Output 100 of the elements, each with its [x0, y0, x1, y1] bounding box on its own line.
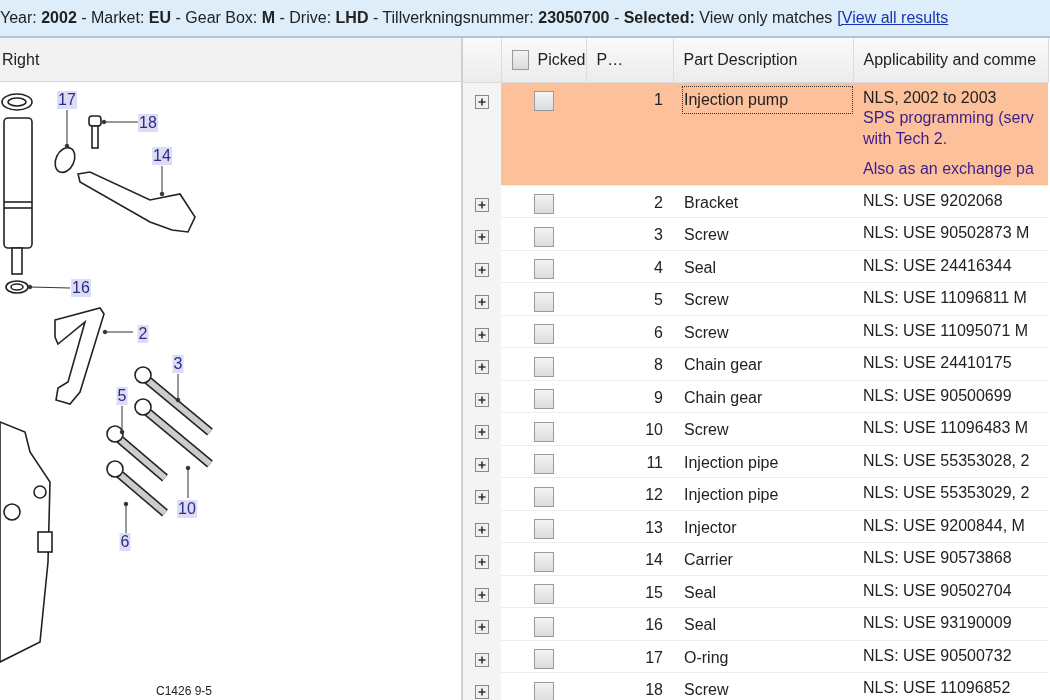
table-row[interactable]: 1 Injection pump NLS, 2002 to 2003 SPS programming (serv with Tech 2. Also as an exchange pa — [463, 82, 1048, 185]
table-row[interactable]: 2 Bracket NLS: USE 9202068 — [463, 185, 1048, 218]
applicability-text: NLS: USE 90573868 — [863, 548, 1013, 568]
part-description[interactable]: Screw — [682, 221, 853, 249]
leader-line — [119, 405, 125, 435]
checkbox[interactable] — [533, 226, 554, 247]
table-row[interactable]: 14 Carrier NLS: USE 90573868 — [463, 542, 1048, 575]
part-description[interactable]: Chain gear — [682, 351, 853, 379]
position-number: 8 — [586, 347, 673, 380]
column-header[interactable]: Part Description — [673, 38, 853, 82]
table-row[interactable]: 18 Screw NLS: USE 11096852 — [463, 672, 1048, 700]
checkbox[interactable] — [533, 551, 554, 572]
expand-icon[interactable] — [475, 522, 489, 537]
table-row[interactable]: 9 Chain gear NLS: USE 90500699 — [463, 380, 1048, 413]
table-row[interactable]: 3 Screw NLS: USE 90502873 M — [463, 217, 1048, 250]
expand-icon[interactable] — [475, 457, 489, 472]
checkbox[interactable] — [533, 421, 554, 442]
expand-icon[interactable] — [475, 425, 489, 440]
part-description[interactable]: Injection pipe — [682, 448, 853, 477]
applicability-text: NLS: USE 24410175 — [863, 353, 1013, 373]
checkbox[interactable] — [533, 454, 554, 475]
applicability-text: NLS: USE 90500699 — [863, 385, 1013, 406]
part-description[interactable]: Screw — [682, 286, 853, 314]
table-row[interactable]: 4 Seal NLS: USE 24416344 — [463, 250, 1048, 283]
bolt-drawing — [106, 425, 168, 482]
table-row[interactable]: 8 Chain gear NLS: USE 24410175 — [463, 347, 1048, 380]
part-description[interactable]: Seal — [682, 578, 853, 607]
checkbox[interactable] — [533, 486, 554, 507]
expand-icon[interactable] — [475, 685, 489, 700]
bolt-drawing — [106, 460, 168, 517]
drawing-code: C1426 9-5 — [156, 683, 213, 700]
checkbox[interactable] — [533, 291, 554, 312]
leader-line — [123, 501, 129, 534]
expand-icon[interactable] — [475, 295, 489, 310]
checkbox[interactable] — [533, 194, 554, 215]
table-row[interactable]: 6 Screw NLS: USE 11095071 M — [463, 315, 1048, 348]
leader-line — [185, 465, 191, 499]
part-description[interactable]: Injector — [682, 513, 853, 542]
checkbox[interactable] — [533, 681, 554, 700]
column-header[interactable]: Applicability and comme — [853, 38, 1048, 82]
position-number: 14 — [586, 542, 673, 575]
part-description[interactable]: Carrier — [682, 546, 853, 574]
table-row[interactable]: 13 Injector NLS: USE 9200844, M — [463, 510, 1048, 543]
table-row[interactable]: 10 Screw NLS: USE 11096483 M — [463, 412, 1048, 445]
expand-icon[interactable] — [475, 555, 489, 570]
position-number: 16 — [586, 607, 673, 640]
expand-icon[interactable] — [475, 620, 489, 635]
part-description[interactable]: Screw — [682, 676, 853, 700]
expand-icon[interactable] — [475, 652, 489, 667]
leader-line — [159, 165, 165, 197]
part-description[interactable]: Chain gear — [682, 383, 853, 412]
applicability-text: NLS, 2002 to 2003 — [863, 87, 998, 108]
expand-icon[interactable] — [475, 360, 489, 375]
expand-icon[interactable] — [475, 490, 489, 505]
part-description[interactable]: Injection pump — [682, 85, 853, 114]
view-all-results-link[interactable]: [View all results — [837, 6, 949, 30]
checkbox[interactable] — [533, 259, 554, 280]
checkbox[interactable] — [533, 91, 554, 112]
part-description[interactable]: Bracket — [682, 188, 853, 217]
callout-number: 2 — [137, 325, 149, 343]
column-header[interactable]: Picked — [537, 47, 586, 72]
position-number: 3 — [586, 217, 673, 250]
checkbox[interactable] — [533, 519, 554, 540]
checkbox[interactable] — [533, 356, 554, 377]
checkbox[interactable] — [511, 49, 530, 70]
part-description[interactable]: Seal — [682, 611, 853, 639]
part-description[interactable]: O-ring — [682, 643, 853, 672]
table-row[interactable]: 17 O-ring NLS: USE 90500732 — [463, 640, 1048, 673]
panel-header: Right — [0, 38, 461, 82]
part-description[interactable]: Injection pipe — [682, 481, 853, 509]
table-row[interactable]: 5 Screw NLS: USE 11096811 M — [463, 282, 1048, 315]
applicability-text: NLS: USE 90500732 — [863, 645, 1013, 666]
expand-icon[interactable] — [475, 262, 489, 277]
expand-icon[interactable] — [475, 327, 489, 342]
column-header[interactable]: P… — [586, 38, 673, 82]
checkbox[interactable] — [533, 649, 554, 670]
expand-icon[interactable] — [475, 95, 489, 110]
part-description[interactable]: Screw — [682, 318, 853, 347]
position-number: 18 — [586, 672, 673, 700]
table-row[interactable]: 11 Injection pipe NLS: USE 55353028, 2 — [463, 445, 1048, 478]
checkbox[interactable] — [533, 616, 554, 637]
expand-icon[interactable] — [475, 392, 489, 407]
checkbox[interactable] — [533, 324, 554, 345]
table-row[interactable]: 16 Seal NLS: USE 93190009 — [463, 607, 1048, 640]
applicability-text: NLS: USE 93190009 — [863, 613, 1013, 633]
expand-icon[interactable] — [475, 587, 489, 602]
bolt-drawing — [88, 115, 102, 149]
checkbox[interactable] — [533, 584, 554, 605]
table-row[interactable]: 12 Injection pipe NLS: USE 55353029, 2 — [463, 477, 1048, 510]
checkbox[interactable] — [533, 389, 554, 410]
leader-line — [101, 119, 139, 125]
table-row[interactable]: 15 Seal NLS: USE 90502704 — [463, 575, 1048, 608]
callout-number: 3 — [172, 355, 184, 373]
part-description[interactable]: Seal — [682, 253, 853, 282]
expand-icon[interactable] — [475, 197, 489, 212]
applicability-note: SPS programming (serv — [863, 108, 1035, 128]
applicability-text: NLS: USE 11096852 — [863, 678, 1012, 698]
position-number: 15 — [586, 575, 673, 608]
expand-icon[interactable] — [475, 230, 489, 245]
part-description[interactable]: Screw — [682, 416, 853, 444]
